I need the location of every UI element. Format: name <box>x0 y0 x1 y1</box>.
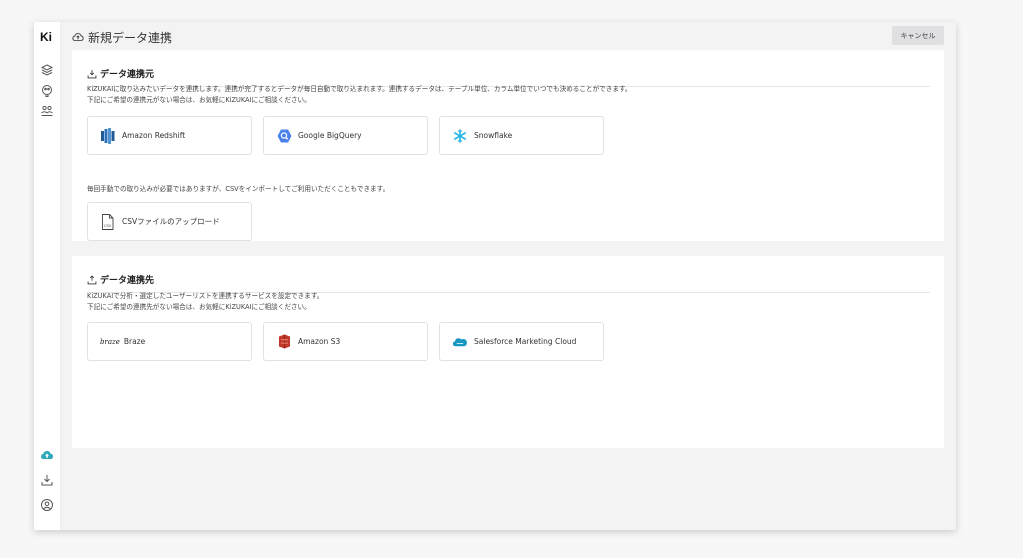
card-label: Salesforce Marketing Cloud <box>474 337 577 346</box>
braze-logo-icon: braze <box>100 334 120 350</box>
braze-logo-text: braze <box>100 337 120 346</box>
source-card-redshift[interactable]: Amazon Redshift <box>87 116 252 155</box>
bigquery-icon <box>276 128 292 144</box>
card-label: Snowflake <box>474 131 513 140</box>
salesforce-icon <box>452 334 468 350</box>
source-section-title: データ連携元 <box>100 70 155 80</box>
source-desc-line2: 下記にご希望の連携元がない場合は、お気軽にKiZUKAIにご相談ください。 <box>87 95 311 104</box>
cancel-button[interactable]: キャンセル <box>892 26 944 45</box>
snowflake-icon <box>452 128 468 144</box>
page-header: 新規データ連携 <box>72 27 172 47</box>
source-description: KiZUKAIに取り込みたいデータを連携します。連携が完了するとデータが毎日自動… <box>87 84 632 105</box>
dest-desc-line2: 下記にご希望の連携先がない場合は、お気軽にKiZUKAIにご相談ください。 <box>87 302 311 311</box>
csv-note: 毎回手動での取り込みが必要ではありますが、CSVをインポートしてご利用いただくこ… <box>87 185 390 193</box>
cloud-upload-outline-icon <box>72 28 84 47</box>
source-card-snowflake[interactable]: Snowflake <box>439 116 604 155</box>
import-icon <box>87 64 97 83</box>
source-desc-line1: KiZUKAIに取り込みたいデータを連携します。連携が完了するとデータが毎日自動… <box>87 85 632 93</box>
cloud-upload-icon[interactable] <box>40 448 54 462</box>
destination-section-title: データ連携先 <box>100 276 155 286</box>
layers-icon[interactable] <box>40 63 54 77</box>
s3-icon <box>276 334 292 350</box>
export-icon <box>87 270 97 289</box>
destination-panel: データ連携先 KiZUKAIで分析・選定したユーザーリストを連携するサービスを設… <box>72 256 944 448</box>
paint-icon[interactable] <box>40 84 54 98</box>
source-card-bigquery[interactable]: Google BigQuery <box>263 116 428 155</box>
account-icon[interactable] <box>40 498 54 512</box>
card-label: Google BigQuery <box>298 131 362 140</box>
dest-card-braze[interactable]: braze Braze <box>87 322 252 361</box>
card-label: Braze <box>123 337 146 346</box>
csv-file-icon: CSV <box>100 213 116 230</box>
dest-desc-line1: KiZUKAIで分析・選定したユーザーリストを連携するサービスを設定できます。 <box>87 292 324 300</box>
download-icon[interactable] <box>40 473 54 487</box>
sidebar: Ki <box>34 22 61 530</box>
app-logo[interactable]: Ki <box>40 30 52 44</box>
source-panel: データ連携元 KiZUKAIに取り込みたいデータを連携します。連携が完了するとデ… <box>72 50 944 241</box>
dest-card-s3[interactable]: Amazon S3 <box>263 322 428 361</box>
destination-description: KiZUKAIで分析・選定したユーザーリストを連携するサービスを設定できます。 … <box>87 291 323 312</box>
csv-icon-text: CSV <box>104 224 112 228</box>
redshift-icon <box>100 127 116 144</box>
card-label: Amazon Redshift <box>122 131 186 140</box>
source-card-csv[interactable]: CSV CSVファイルのアップロード <box>87 202 252 241</box>
dest-card-salesforce[interactable]: Salesforce Marketing Cloud <box>439 322 604 361</box>
users-icon[interactable] <box>40 104 54 118</box>
destination-section-header: データ連携先 <box>87 270 930 293</box>
app-window: Ki 新規データ連携 キャンセル データ連携元 KiZUKAIに取り込みたいデー… <box>34 22 956 530</box>
page-title: 新規データ連携 <box>88 30 173 45</box>
card-label: CSVファイルのアップロード <box>122 217 220 226</box>
card-label: Amazon S3 <box>298 337 341 346</box>
